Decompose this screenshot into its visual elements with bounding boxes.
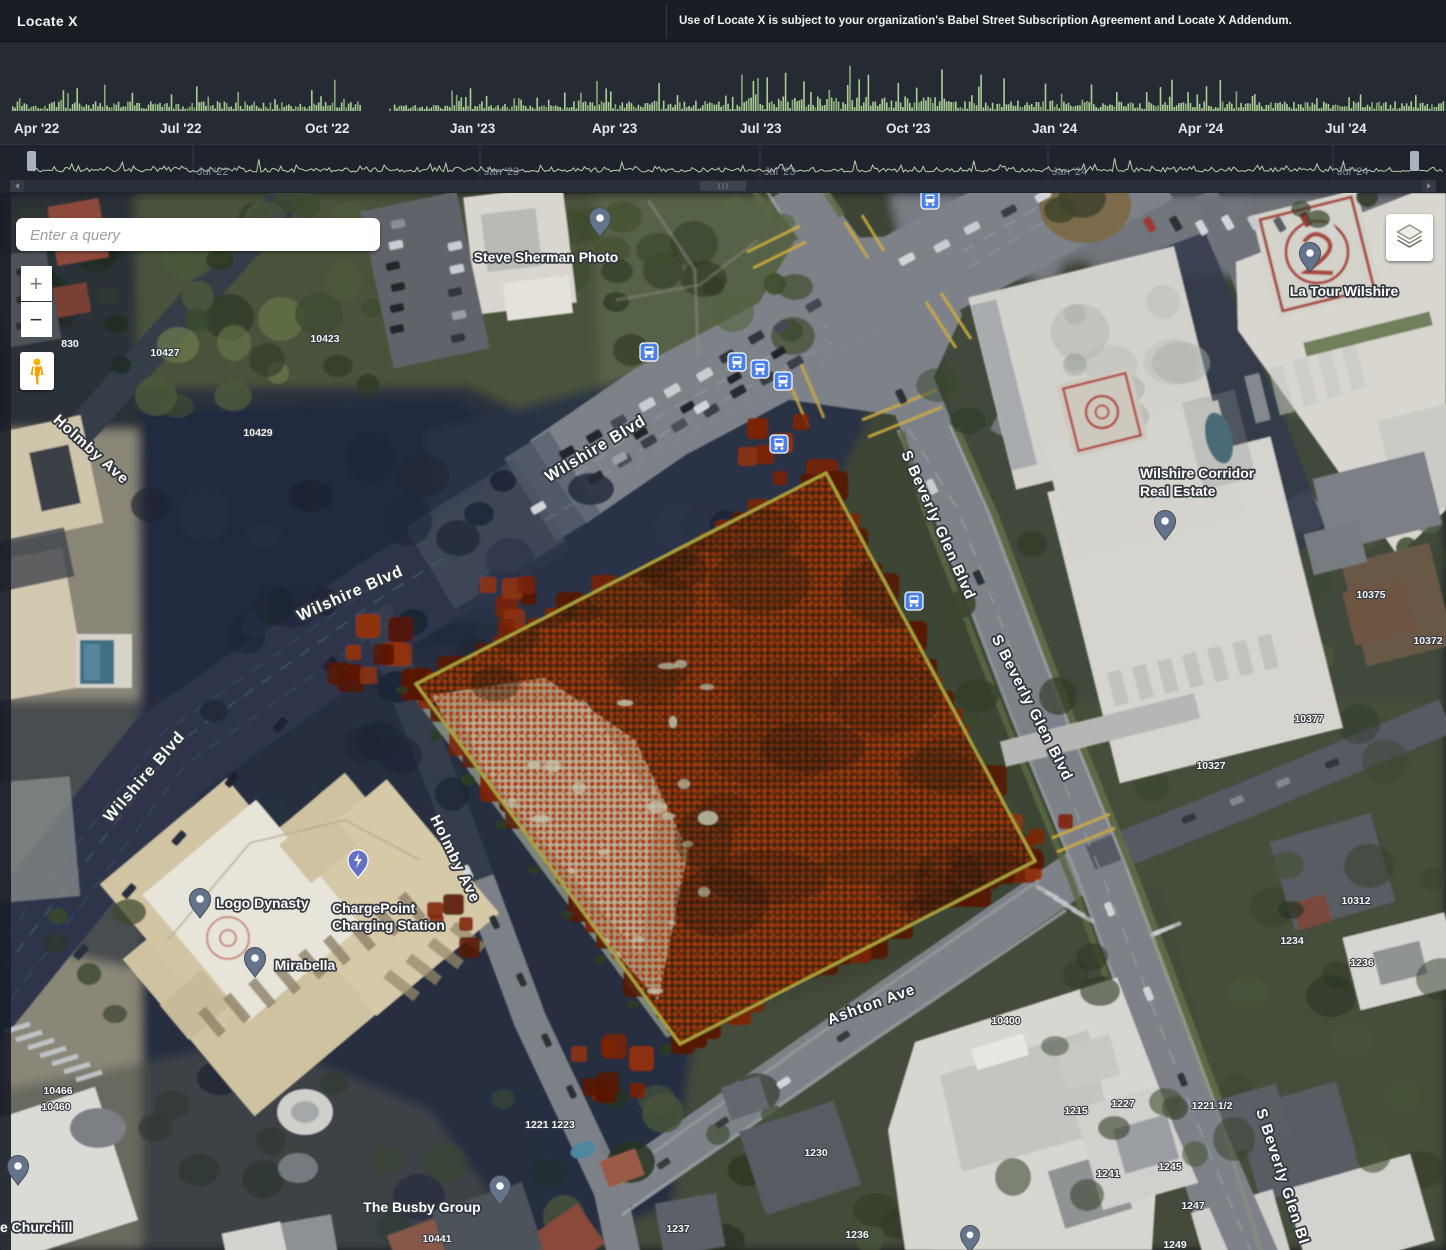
svg-text:1227: 1227 bbox=[1111, 1098, 1135, 1110]
svg-text:ChargePoint: ChargePoint bbox=[332, 900, 416, 916]
svg-text:Apr '24: Apr '24 bbox=[1178, 121, 1224, 136]
svg-text:1247: 1247 bbox=[1181, 1200, 1205, 1212]
svg-text:10312: 10312 bbox=[1341, 895, 1370, 907]
svg-text:10423: 10423 bbox=[310, 333, 339, 345]
svg-text:Mirabella: Mirabella bbox=[275, 957, 336, 973]
svg-text:1236: 1236 bbox=[845, 1229, 869, 1241]
svg-text:1215: 1215 bbox=[1064, 1105, 1088, 1117]
svg-text:1230: 1230 bbox=[804, 1147, 828, 1159]
svg-text:10441: 10441 bbox=[422, 1233, 451, 1245]
svg-text:Jan '24: Jan '24 bbox=[1052, 166, 1087, 178]
svg-text:10377: 10377 bbox=[1294, 713, 1323, 725]
svg-text:1221 1/2: 1221 1/2 bbox=[1192, 1100, 1233, 1112]
svg-text:1236: 1236 bbox=[1350, 957, 1374, 969]
svg-text:10327: 10327 bbox=[1196, 760, 1225, 772]
svg-text:Charging Station: Charging Station bbox=[332, 917, 445, 933]
svg-text:Jul '22: Jul '22 bbox=[160, 121, 201, 136]
svg-text:La Tour Wilshire: La Tour Wilshire bbox=[1290, 283, 1399, 299]
svg-text:10466: 10466 bbox=[43, 1085, 72, 1097]
svg-text:1249: 1249 bbox=[1163, 1239, 1187, 1250]
svg-text:Oct '23: Oct '23 bbox=[886, 121, 931, 136]
svg-text:Jul '24: Jul '24 bbox=[1325, 121, 1367, 136]
svg-text:Jul '22: Jul '22 bbox=[197, 166, 228, 178]
svg-text:Real Estate: Real Estate bbox=[1140, 483, 1216, 499]
svg-text:10429: 10429 bbox=[243, 427, 272, 439]
svg-text:10372: 10372 bbox=[1413, 635, 1442, 647]
svg-text:Jan '23: Jan '23 bbox=[484, 166, 519, 178]
svg-text:Jan '24: Jan '24 bbox=[1032, 121, 1078, 136]
svg-text:1241: 1241 bbox=[1096, 1168, 1120, 1180]
svg-text:Apr '22: Apr '22 bbox=[14, 121, 59, 136]
svg-text:Apr '23: Apr '23 bbox=[592, 121, 638, 136]
svg-text:10400: 10400 bbox=[991, 1015, 1020, 1027]
svg-text:+: + bbox=[30, 271, 43, 296]
svg-text:Jan '23: Jan '23 bbox=[450, 121, 496, 136]
svg-text:Logo Dynasty: Logo Dynasty bbox=[216, 895, 309, 911]
svg-text:Jul '24: Jul '24 bbox=[1337, 166, 1368, 178]
svg-text:Jul '23: Jul '23 bbox=[740, 121, 782, 136]
svg-text:Oct '22: Oct '22 bbox=[305, 121, 349, 136]
svg-text:Jul '23: Jul '23 bbox=[764, 166, 795, 178]
svg-text:10427: 10427 bbox=[150, 347, 179, 359]
svg-text:10460: 10460 bbox=[41, 1101, 70, 1113]
svg-text:1221 1223: 1221 1223 bbox=[525, 1119, 575, 1131]
svg-text:−: − bbox=[30, 307, 43, 332]
svg-text:10375: 10375 bbox=[1356, 589, 1385, 601]
svg-text:The Busby Group: The Busby Group bbox=[363, 1199, 480, 1215]
svg-text:1245: 1245 bbox=[1158, 1161, 1182, 1173]
svg-text:830: 830 bbox=[61, 338, 79, 350]
svg-text:e Churchill: e Churchill bbox=[0, 1219, 72, 1235]
svg-text:1234: 1234 bbox=[1280, 935, 1304, 947]
svg-text:Wilshire Corridor: Wilshire Corridor bbox=[1140, 465, 1255, 481]
svg-text:1237: 1237 bbox=[666, 1223, 690, 1235]
svg-text:Enter a query: Enter a query bbox=[30, 227, 122, 244]
svg-text:Steve Sherman Photo: Steve Sherman Photo bbox=[474, 249, 619, 265]
